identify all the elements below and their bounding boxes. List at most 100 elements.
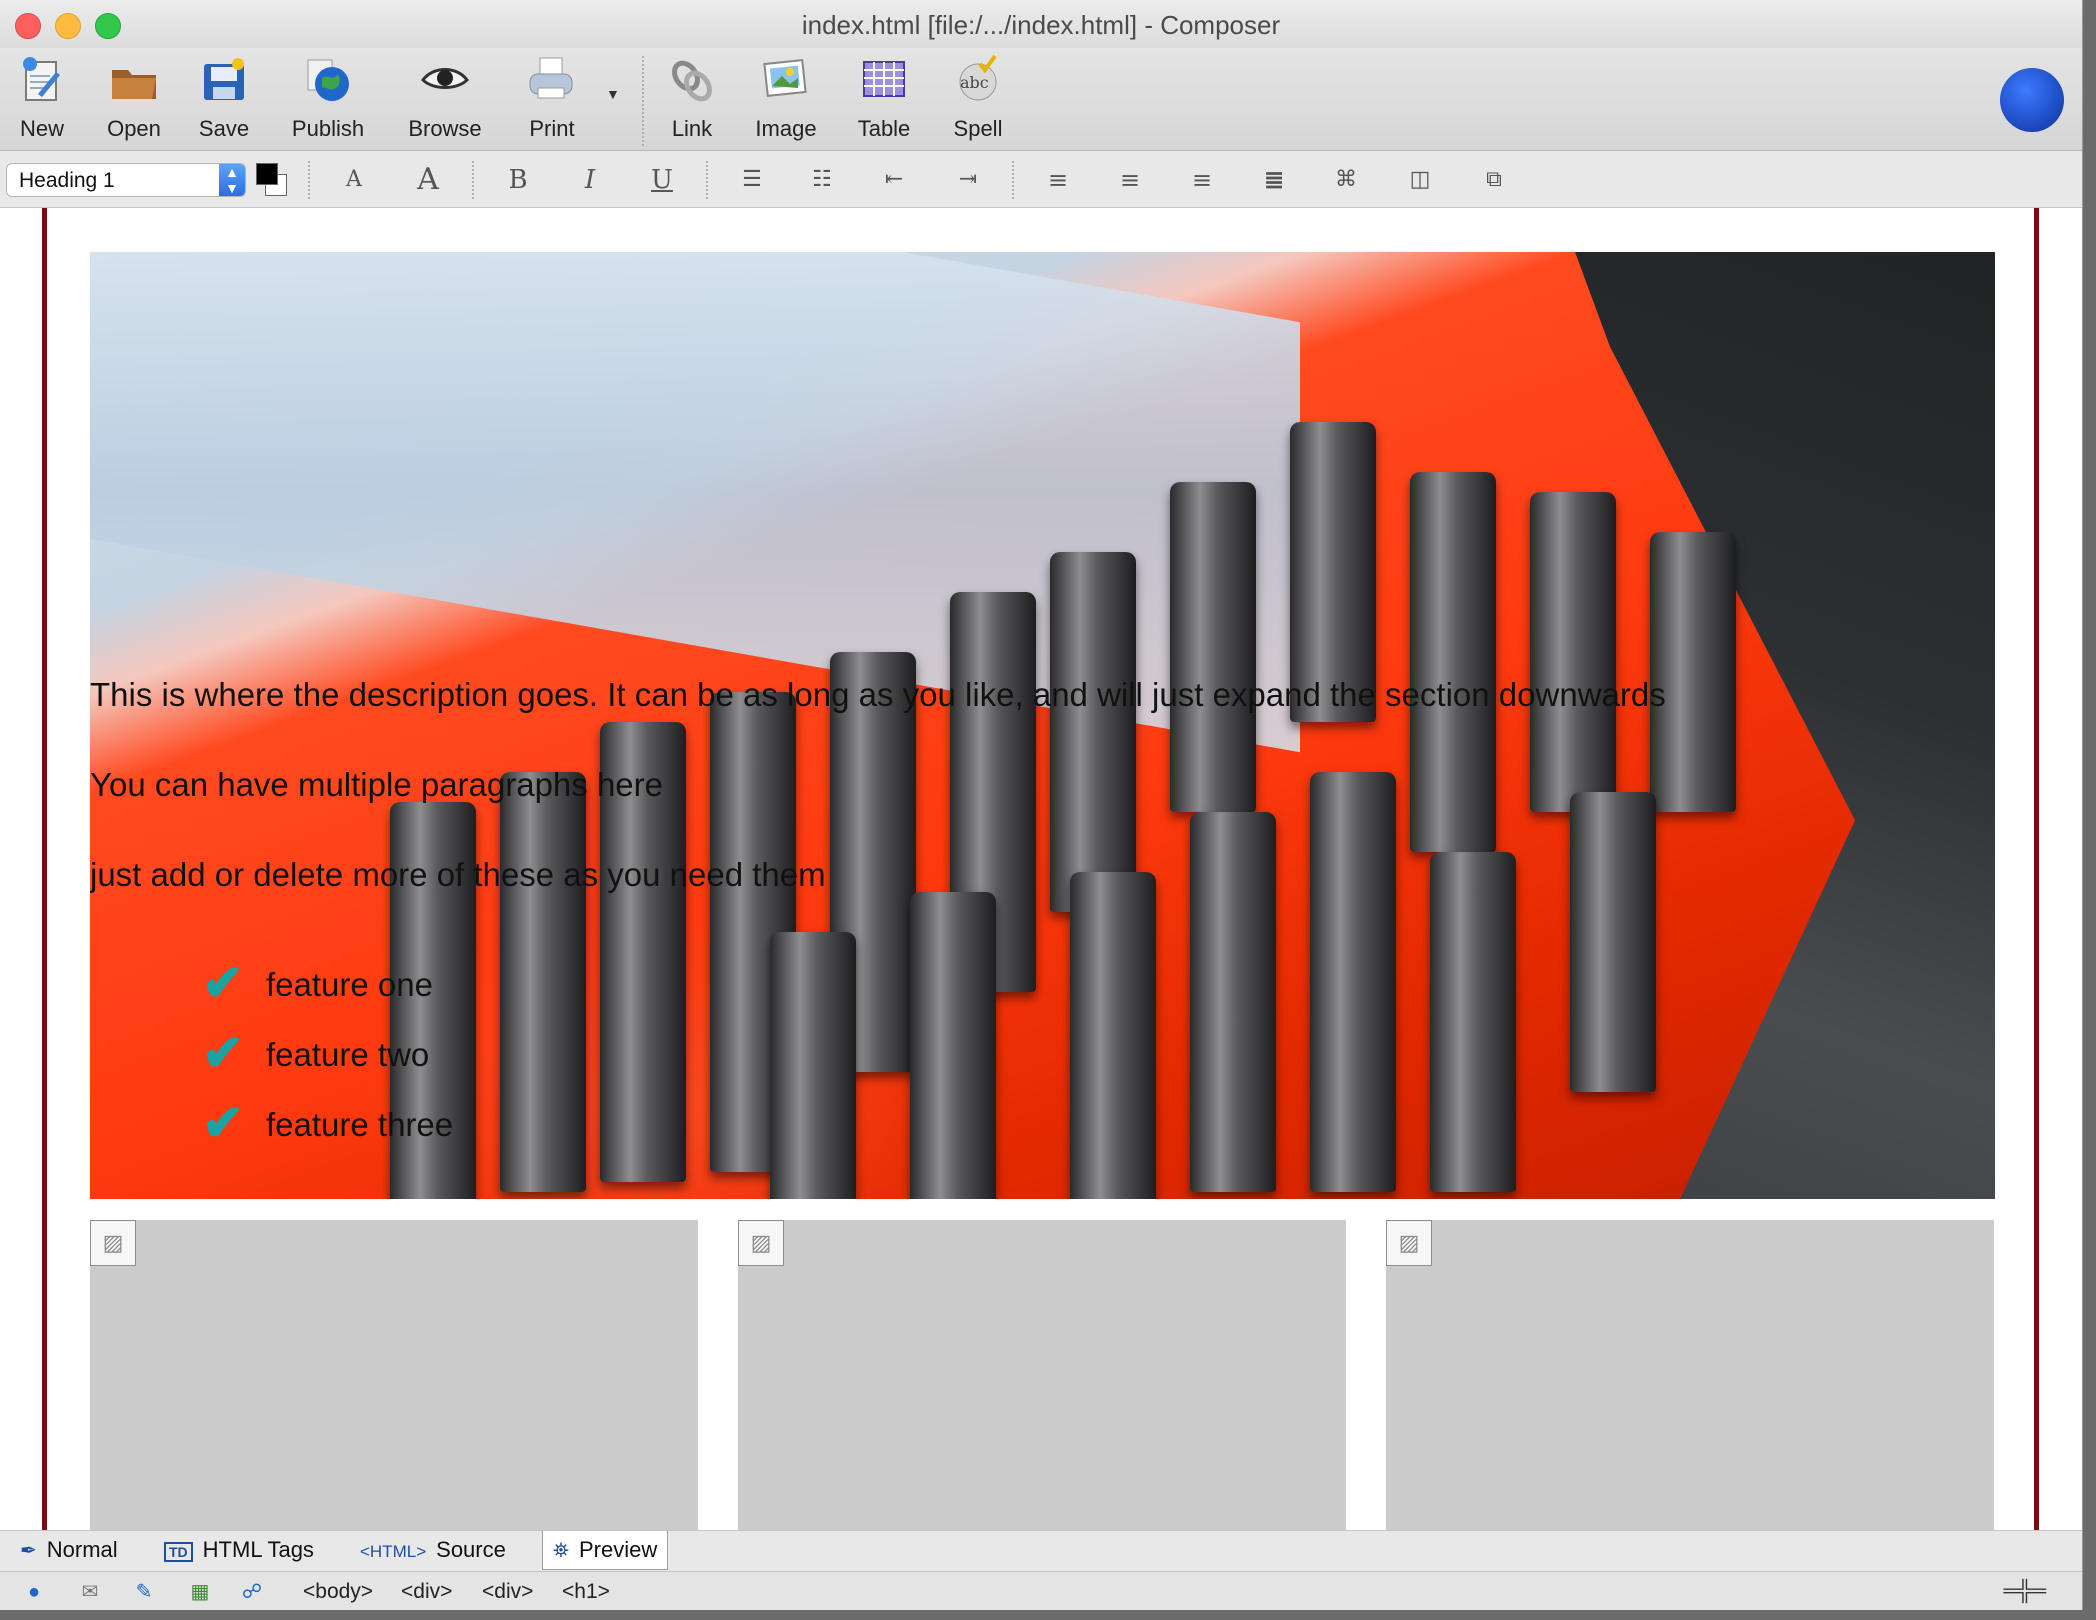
browser-globe-icon[interactable]: ● (20, 1580, 48, 1604)
insert-anchor-icon[interactable]: ⌘ (1326, 163, 1366, 197)
hero-background-image (1530, 492, 1616, 812)
underline-button[interactable]: U (642, 163, 682, 197)
image-card[interactable]: ▨ (738, 1220, 1346, 1530)
hero-background-image (910, 892, 996, 1199)
italic-button[interactable]: I (570, 163, 610, 197)
bullet-list-icon[interactable]: ☰ (732, 163, 772, 197)
layer-icon[interactable]: ⧉ (1474, 163, 1514, 197)
breadcrumb-tag[interactable]: <h1> (562, 1572, 610, 1610)
feature-list-item: ✔ feature one (202, 954, 433, 1012)
feature-list-item: ✔ feature three (202, 1094, 453, 1152)
window-title: index.html [file:/.../index.html] - Comp… (801, 10, 1281, 40)
breadcrumb-tag[interactable]: <body> (303, 1572, 373, 1610)
image-card[interactable]: ▨ (1386, 1220, 1994, 1530)
align-right-icon[interactable]: ≡ (1182, 163, 1222, 197)
minimize-window-button[interactable] (55, 13, 81, 39)
editor-canvas[interactable]: This is where the description goes. It c… (0, 208, 2082, 1530)
print-label: Print (529, 116, 575, 141)
positioning-icon[interactable]: ◫ (1400, 163, 1440, 197)
indent-icon[interactable]: ⇥ (948, 163, 988, 197)
broken-image-icon: ▨ (90, 1220, 136, 1266)
close-window-button[interactable] (15, 13, 41, 39)
broken-image-icon: ▨ (1386, 1220, 1432, 1266)
checkmark-icon: ✔ (202, 955, 244, 1011)
open-button[interactable]: Open (107, 54, 161, 141)
checkmark-icon: ✔ (202, 1025, 244, 1081)
status-bar: ● ✉ ✎ ▦ ☍ <body> <div> <div> <h1> ═╬═ (0, 1571, 2082, 1610)
feature-label: feature three (266, 1106, 454, 1143)
hero-background-image (1650, 532, 1736, 812)
zoom-window-button[interactable] (95, 13, 121, 39)
format-toolbar: Heading 1 ▲ ▼ A A B I U ☰ ☷ ⇤ ⇥ ≡ ≡ ≡ ≣ ⌘… (0, 151, 2082, 208)
td-tag-icon: TD (164, 1542, 193, 1562)
feature-label: feature one (266, 966, 433, 1003)
save-label: Save (198, 116, 250, 141)
outdent-icon[interactable]: ⇤ (874, 163, 914, 197)
publish-label: Publish (291, 116, 365, 141)
title-bar: index.html [file:/.../index.html] - Comp… (0, 0, 2082, 48)
spell-check-icon: abc (959, 54, 997, 101)
paragraph-style-select[interactable]: Heading 1 ▲ ▼ (6, 163, 246, 197)
hero-background-image (1170, 482, 1256, 812)
spell-button[interactable]: abc Spell (952, 54, 1004, 141)
tab-source-label: Source (436, 1537, 506, 1562)
link-chain-icon (672, 60, 712, 102)
chat-icon[interactable]: ☍ (238, 1580, 266, 1604)
tab-html-tags[interactable]: TD HTML Tags (154, 1531, 324, 1569)
folder-icon (112, 70, 156, 99)
mail-icon[interactable]: ✉ (76, 1580, 104, 1604)
eye-icon (421, 68, 469, 89)
browse-button[interactable]: Browse (408, 54, 482, 141)
image-card[interactable]: ▨ (90, 1220, 698, 1530)
text-color-swatch[interactable] (256, 163, 278, 185)
print-button[interactable]: Print (526, 54, 578, 141)
publish-button[interactable]: Publish (292, 54, 364, 141)
description-paragraph: You can have multiple paragraphs here (90, 766, 664, 803)
seamonkey-logo-icon[interactable] (2000, 68, 2064, 132)
preview-icon: ⛯ (553, 1540, 569, 1562)
justify-icon[interactable]: ≣ (1254, 163, 1294, 197)
hero-section[interactable]: This is where the description goes. It c… (90, 252, 1995, 1199)
numbered-list-icon[interactable]: ☷ (802, 163, 842, 197)
printer-icon (529, 57, 573, 99)
tab-html-tags-label: HTML Tags (202, 1537, 314, 1562)
feature-label: feature two (266, 1036, 430, 1073)
tab-source[interactable]: <HTML> Source (350, 1531, 516, 1569)
image-icon (763, 59, 807, 97)
breadcrumb-tag[interactable]: <div> (482, 1572, 533, 1610)
tab-preview[interactable]: ⛯ Preview (542, 1531, 669, 1570)
save-button[interactable]: Save (198, 54, 250, 141)
hero-background-image (1430, 852, 1516, 1192)
print-dropdown-arrow-icon[interactable]: ▼ (606, 86, 620, 102)
hero-background-image (1570, 792, 1656, 1092)
hero-background-image (1050, 552, 1136, 912)
hero-background-image (1190, 812, 1276, 1192)
connection-status-icon[interactable]: ═╬═ (2003, 1580, 2046, 1603)
composer-icon[interactable]: ✎ (130, 1580, 158, 1604)
color-picker[interactable] (256, 163, 287, 196)
edit-mode-tabs: ✒ Normal TD HTML Tags <HTML> Source ⛯ Previe… (0, 1530, 2082, 1571)
image-label: Image (755, 116, 817, 141)
bold-button[interactable]: B (498, 163, 538, 197)
align-left-icon[interactable]: ≡ (1038, 163, 1078, 197)
larger-font-icon[interactable]: A (408, 163, 448, 197)
broken-image-icon: ▨ (738, 1220, 784, 1266)
hero-background-image (1070, 872, 1156, 1199)
feature-list-item: ✔ feature two (202, 1024, 429, 1082)
smaller-font-icon[interactable]: A (334, 163, 374, 197)
link-button[interactable]: Link (666, 54, 718, 141)
new-button[interactable]: New (16, 54, 68, 141)
checkmark-icon: ✔ (202, 1095, 244, 1151)
select-arrows-icon: ▲ ▼ (219, 164, 245, 196)
format-separator (1012, 161, 1014, 199)
tab-normal[interactable]: ✒ Normal (10, 1531, 128, 1569)
page-border-left (42, 208, 47, 1530)
address-book-icon[interactable]: ▦ (186, 1580, 214, 1604)
globe-icon (307, 59, 349, 101)
image-button[interactable]: Image (755, 54, 817, 141)
align-center-icon[interactable]: ≡ (1110, 163, 1150, 197)
table-button[interactable]: Table (858, 54, 910, 141)
breadcrumb-tag[interactable]: <div> (401, 1572, 452, 1610)
main-toolbar: New Open Save Publish Browse Print ▼ Lin… (0, 48, 2082, 151)
svg-text:abc: abc (960, 73, 989, 92)
